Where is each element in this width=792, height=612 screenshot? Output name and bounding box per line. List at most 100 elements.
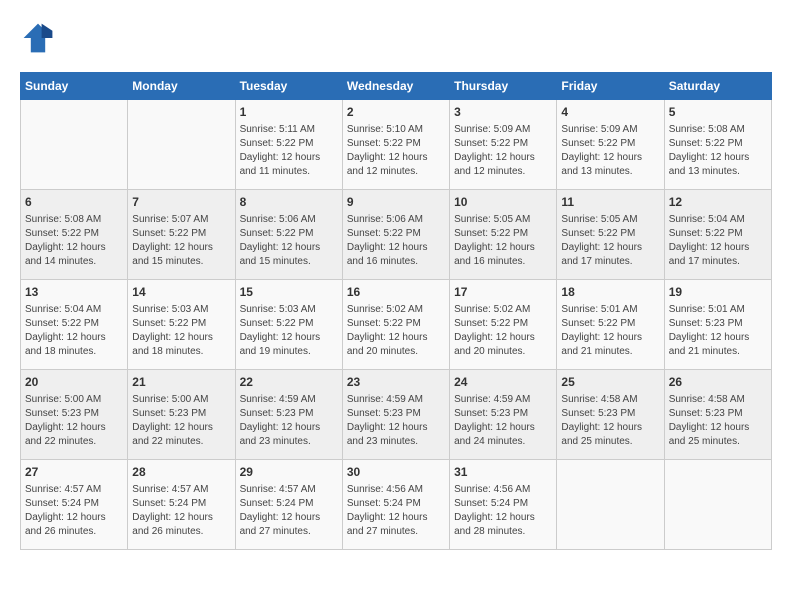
calendar-cell — [664, 460, 771, 550]
day-number: 26 — [669, 374, 767, 391]
day-number: 17 — [454, 284, 552, 301]
weekday-header-sunday: Sunday — [21, 73, 128, 100]
day-info: Sunrise: 4:57 AM Sunset: 5:24 PM Dayligh… — [240, 483, 338, 539]
day-number: 19 — [669, 284, 767, 301]
day-info: Sunrise: 5:05 AM Sunset: 5:22 PM Dayligh… — [561, 213, 659, 269]
calendar-cell — [21, 100, 128, 190]
weekday-header-saturday: Saturday — [664, 73, 771, 100]
calendar-cell: 17 Sunrise: 5:02 AM Sunset: 5:22 PM Dayli… — [450, 280, 557, 370]
day-info: Sunrise: 4:59 AM Sunset: 5:23 PM Dayligh… — [240, 393, 338, 449]
calendar-cell: 7 Sunrise: 5:07 AM Sunset: 5:22 PM Daylig… — [128, 190, 235, 280]
weekday-header-thursday: Thursday — [450, 73, 557, 100]
day-number: 18 — [561, 284, 659, 301]
calendar-cell: 31 Sunrise: 4:56 AM Sunset: 5:24 PM Dayli… — [450, 460, 557, 550]
calendar-cell: 28 Sunrise: 4:57 AM Sunset: 5:24 PM Dayli… — [128, 460, 235, 550]
day-info: Sunrise: 5:06 AM Sunset: 5:22 PM Dayligh… — [240, 213, 338, 269]
day-info: Sunrise: 4:58 AM Sunset: 5:23 PM Dayligh… — [669, 393, 767, 449]
day-info: Sunrise: 4:59 AM Sunset: 5:23 PM Dayligh… — [454, 393, 552, 449]
calendar-cell: 22 Sunrise: 4:59 AM Sunset: 5:23 PM Dayli… — [235, 370, 342, 460]
calendar-week-1: 1 Sunrise: 5:11 AM Sunset: 5:22 PM Daylig… — [21, 100, 772, 190]
calendar-cell: 30Sunrise: 4:56 AM Sunset: 5:24 PM Dayli… — [342, 460, 449, 550]
calendar-cell: 27Sunrise: 4:57 AM Sunset: 5:24 PM Dayli… — [21, 460, 128, 550]
day-info: Sunrise: 5:07 AM Sunset: 5:22 PM Dayligh… — [132, 213, 230, 269]
day-number: 16 — [347, 284, 445, 301]
day-info: Sunrise: 4:57 AM Sunset: 5:24 PM Dayligh… — [25, 483, 123, 539]
weekday-header-row: SundayMondayTuesdayWednesdayThursdayFrid… — [21, 73, 772, 100]
calendar-table: SundayMondayTuesdayWednesdayThursdayFrid… — [20, 72, 772, 550]
day-info: Sunrise: 5:04 AM Sunset: 5:22 PM Dayligh… — [25, 303, 123, 359]
day-number: 20 — [25, 374, 123, 391]
calendar-cell: 15Sunrise: 5:03 AM Sunset: 5:22 PM Dayli… — [235, 280, 342, 370]
calendar-cell: 13 Sunrise: 5:04 AM Sunset: 5:22 PM Dayli… — [21, 280, 128, 370]
day-info: Sunrise: 5:01 AM Sunset: 5:23 PM Dayligh… — [669, 303, 767, 359]
day-number: 31 — [454, 464, 552, 481]
day-info: Sunrise: 5:01 AM Sunset: 5:22 PM Dayligh… — [561, 303, 659, 359]
day-info: Sunrise: 4:57 AM Sunset: 5:24 PM Dayligh… — [132, 483, 230, 539]
calendar-cell: 19 Sunrise: 5:01 AM Sunset: 5:23 PM Dayli… — [664, 280, 771, 370]
header — [20, 20, 772, 56]
day-number: 2 — [347, 104, 445, 121]
weekday-header-tuesday: Tuesday — [235, 73, 342, 100]
calendar-cell — [128, 100, 235, 190]
day-info: Sunrise: 5:09 AM Sunset: 5:22 PM Dayligh… — [561, 123, 659, 179]
calendar-cell: 5Sunrise: 5:08 AM Sunset: 5:22 PM Daylig… — [664, 100, 771, 190]
day-number: 23 — [347, 374, 445, 391]
day-number: 1 — [240, 104, 338, 121]
day-info: Sunrise: 5:09 AM Sunset: 5:22 PM Dayligh… — [454, 123, 552, 179]
calendar-cell: 26 Sunrise: 4:58 AM Sunset: 5:23 PM Dayli… — [664, 370, 771, 460]
day-info: Sunrise: 5:00 AM Sunset: 5:23 PM Dayligh… — [132, 393, 230, 449]
calendar-cell: 3 Sunrise: 5:09 AM Sunset: 5:22 PM Daylig… — [450, 100, 557, 190]
day-number: 13 — [25, 284, 123, 301]
logo-icon — [20, 20, 56, 56]
day-info: Sunrise: 5:10 AM Sunset: 5:22 PM Dayligh… — [347, 123, 445, 179]
day-number: 3 — [454, 104, 552, 121]
day-number: 4 — [561, 104, 659, 121]
day-number: 11 — [561, 194, 659, 211]
calendar-week-2: 6Sunrise: 5:08 AM Sunset: 5:22 PM Daylig… — [21, 190, 772, 280]
calendar-cell: 16 Sunrise: 5:02 AM Sunset: 5:22 PM Dayli… — [342, 280, 449, 370]
day-number: 25 — [561, 374, 659, 391]
calendar-cell — [557, 460, 664, 550]
calendar-cell: 29 Sunrise: 4:57 AM Sunset: 5:24 PM Dayli… — [235, 460, 342, 550]
day-info: Sunrise: 5:02 AM Sunset: 5:22 PM Dayligh… — [454, 303, 552, 359]
day-info: Sunrise: 5:03 AM Sunset: 5:22 PM Dayligh… — [132, 303, 230, 359]
day-info: Sunrise: 5:02 AM Sunset: 5:22 PM Dayligh… — [347, 303, 445, 359]
day-number: 28 — [132, 464, 230, 481]
day-number: 5 — [669, 104, 767, 121]
weekday-header-wednesday: Wednesday — [342, 73, 449, 100]
calendar-body: 1 Sunrise: 5:11 AM Sunset: 5:22 PM Daylig… — [21, 100, 772, 550]
day-number: 12 — [669, 194, 767, 211]
calendar-cell: 23 Sunrise: 4:59 AM Sunset: 5:23 PM Dayli… — [342, 370, 449, 460]
day-number: 30 — [347, 464, 445, 481]
calendar-cell: 24Sunrise: 4:59 AM Sunset: 5:23 PM Dayli… — [450, 370, 557, 460]
day-info: Sunrise: 4:59 AM Sunset: 5:23 PM Dayligh… — [347, 393, 445, 449]
day-number: 21 — [132, 374, 230, 391]
logo — [20, 20, 62, 56]
day-number: 8 — [240, 194, 338, 211]
day-number: 10 — [454, 194, 552, 211]
day-info: Sunrise: 5:00 AM Sunset: 5:23 PM Dayligh… — [25, 393, 123, 449]
calendar-cell: 6Sunrise: 5:08 AM Sunset: 5:22 PM Daylig… — [21, 190, 128, 280]
calendar-cell: 4 Sunrise: 5:09 AM Sunset: 5:22 PM Daylig… — [557, 100, 664, 190]
day-info: Sunrise: 5:04 AM Sunset: 5:22 PM Dayligh… — [669, 213, 767, 269]
calendar-week-3: 13 Sunrise: 5:04 AM Sunset: 5:22 PM Dayli… — [21, 280, 772, 370]
calendar-cell: 2 Sunrise: 5:10 AM Sunset: 5:22 PM Daylig… — [342, 100, 449, 190]
day-info: Sunrise: 5:05 AM Sunset: 5:22 PM Dayligh… — [454, 213, 552, 269]
day-number: 9 — [347, 194, 445, 211]
calendar-cell: 11 Sunrise: 5:05 AM Sunset: 5:22 PM Dayli… — [557, 190, 664, 280]
day-info: Sunrise: 5:11 AM Sunset: 5:22 PM Dayligh… — [240, 123, 338, 179]
day-info: Sunrise: 4:56 AM Sunset: 5:24 PM Dayligh… — [454, 483, 552, 539]
day-number: 15 — [240, 284, 338, 301]
day-number: 7 — [132, 194, 230, 211]
calendar-cell: 9Sunrise: 5:06 AM Sunset: 5:22 PM Daylig… — [342, 190, 449, 280]
calendar-cell: 21 Sunrise: 5:00 AM Sunset: 5:23 PM Dayli… — [128, 370, 235, 460]
calendar-week-5: 27Sunrise: 4:57 AM Sunset: 5:24 PM Dayli… — [21, 460, 772, 550]
day-number: 6 — [25, 194, 123, 211]
calendar-cell: 18 Sunrise: 5:01 AM Sunset: 5:22 PM Dayli… — [557, 280, 664, 370]
day-number: 22 — [240, 374, 338, 391]
day-number: 29 — [240, 464, 338, 481]
calendar-cell: 20 Sunrise: 5:00 AM Sunset: 5:23 PM Dayli… — [21, 370, 128, 460]
calendar-week-4: 20 Sunrise: 5:00 AM Sunset: 5:23 PM Dayli… — [21, 370, 772, 460]
calendar-cell: 1 Sunrise: 5:11 AM Sunset: 5:22 PM Daylig… — [235, 100, 342, 190]
day-info: Sunrise: 4:58 AM Sunset: 5:23 PM Dayligh… — [561, 393, 659, 449]
